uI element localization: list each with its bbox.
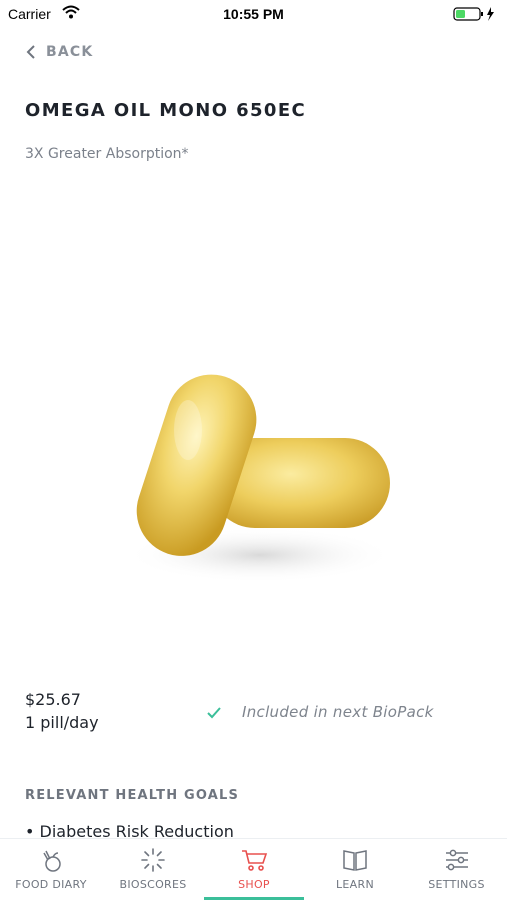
bioscores-icon bbox=[141, 848, 165, 872]
cart-icon bbox=[242, 850, 268, 871]
tab-learn[interactable]: LEARN bbox=[304, 839, 406, 901]
product-subtitle: 3X Greater Absorption* bbox=[25, 146, 189, 162]
price: $25.67 bbox=[25, 690, 81, 709]
checkmark-icon bbox=[207, 707, 221, 719]
chevron-left-icon bbox=[26, 45, 35, 59]
tab-bioscores[interactable]: BIOSCORES bbox=[102, 839, 204, 901]
included-status: Included in next BioPack bbox=[206, 703, 434, 721]
tab-label: LEARN bbox=[336, 878, 374, 891]
tab-bar: FOOD DIARY BIOSCORES SHOP LEARN SETTINGS bbox=[0, 838, 507, 901]
softgel-image bbox=[125, 374, 395, 583]
health-goals-header: RELEVANT HEALTH GOALS bbox=[25, 788, 240, 803]
back-button[interactable]: BACK bbox=[24, 40, 93, 64]
status-bar: Carrier 10:55 PM bbox=[0, 0, 507, 28]
tab-label: SETTINGS bbox=[428, 878, 485, 891]
tab-shop[interactable]: SHOP bbox=[204, 839, 304, 901]
back-label: BACK bbox=[46, 44, 94, 60]
tab-label: FOOD DIARY bbox=[15, 878, 87, 891]
food-diary-icon bbox=[43, 850, 61, 872]
sliders-icon bbox=[445, 849, 468, 871]
clock-time: 10:55 PM bbox=[223, 6, 284, 22]
included-label: Included in next BioPack bbox=[242, 703, 434, 721]
tab-label: BIOSCORES bbox=[119, 878, 187, 891]
tab-food-diary[interactable]: FOOD DIARY bbox=[0, 839, 102, 901]
dosage: 1 pill/day bbox=[25, 713, 99, 732]
product-title: OMEGA OIL MONO 650EC bbox=[25, 100, 307, 121]
book-icon bbox=[343, 850, 367, 871]
battery-icon bbox=[453, 7, 494, 21]
tab-settings[interactable]: SETTINGS bbox=[406, 839, 507, 901]
tab-label: SHOP bbox=[238, 878, 270, 891]
